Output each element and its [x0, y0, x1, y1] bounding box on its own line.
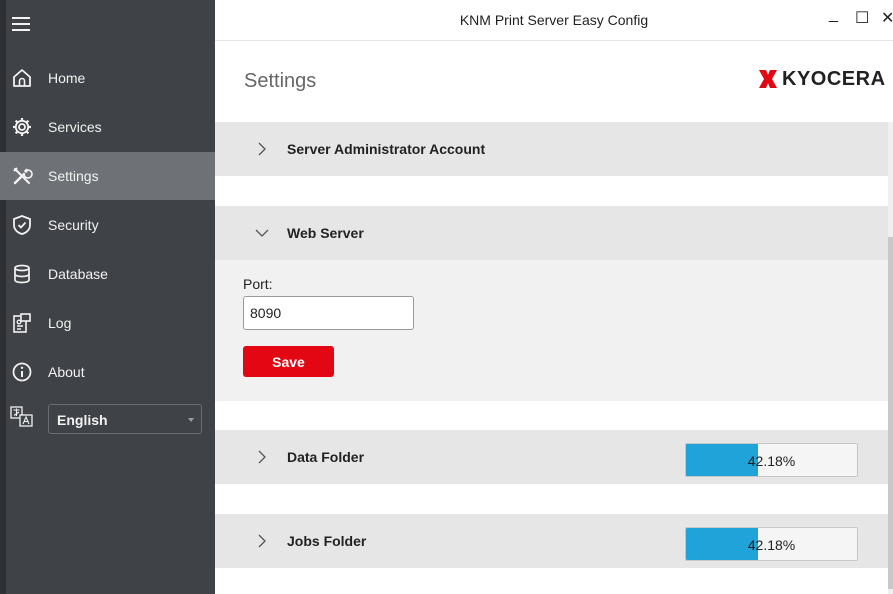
sidebar-item-settings[interactable]: Settings: [0, 152, 215, 200]
settings-content: Server Administrator Account Web Server …: [215, 122, 888, 594]
sidebar-item-label: Security: [48, 217, 99, 233]
section-server-admin-header[interactable]: Server Administrator Account: [215, 122, 888, 176]
database-icon: [14, 264, 30, 284]
window-title: KNM Print Server Easy Config: [459, 12, 649, 28]
jobs-folder-progress-bar: 42.18%: [685, 527, 858, 561]
port-input[interactable]: [243, 296, 414, 330]
section-data-folder-header[interactable]: Data Folder 42.18%: [215, 430, 888, 484]
section-web-server-header[interactable]: Web Server: [215, 206, 888, 260]
home-icon: [13, 69, 31, 87]
progress-text: 42.18%: [747, 453, 796, 469]
sidebar-item-database[interactable]: Database: [0, 250, 215, 298]
page-title: Settings: [244, 70, 317, 92]
section-title: Data Folder: [287, 449, 365, 465]
language-icon: [10, 406, 33, 427]
hamburger-menu-icon[interactable]: [12, 16, 30, 32]
close-button[interactable]: ✕: [881, 8, 893, 28]
save-button[interactable]: Save: [243, 346, 334, 377]
logo-text: KYOCERA: [782, 67, 886, 90]
kyocera-logo-mark-icon: [759, 70, 777, 88]
chevron-right-icon: [258, 142, 266, 156]
sidebar: Home Services Settings Security Database…: [0, 0, 215, 594]
language-select-value: English: [57, 412, 108, 428]
sidebar-item-security[interactable]: Security: [0, 201, 215, 249]
sidebar-item-label: Log: [48, 315, 72, 331]
sidebar-item-label: Services: [48, 119, 102, 135]
data-folder-progress-bar: 42.18%: [685, 443, 858, 477]
progress-text: 42.18%: [747, 537, 796, 553]
chevron-down-icon: [188, 418, 194, 422]
section-title: Server Administrator Account: [287, 141, 486, 157]
section-title: Web Server: [287, 225, 364, 241]
info-icon: [12, 362, 32, 382]
port-label: Port:: [243, 276, 273, 292]
sidebar-item-label: About: [48, 364, 85, 380]
gear-icon: [13, 118, 31, 136]
sidebar-item-log[interactable]: Log: [0, 299, 215, 347]
maximize-button[interactable]: ☐: [855, 8, 869, 28]
title-bar: KNM Print Server Easy Config _ ☐ ✕: [215, 0, 893, 41]
section-jobs-folder-header[interactable]: Jobs Folder 42.18%: [215, 514, 888, 568]
sidebar-item-home[interactable]: Home: [0, 54, 215, 102]
minimize-button[interactable]: _: [829, 6, 838, 24]
sidebar-item-label: Database: [48, 266, 108, 282]
tools-icon: [13, 167, 33, 185]
chevron-down-icon: [255, 229, 269, 237]
chevron-right-icon: [258, 450, 266, 464]
section-web-server-body: Port: Save: [215, 260, 888, 401]
kyocera-logo: KYOCERA: [758, 67, 886, 91]
scrollbar[interactable]: [888, 122, 893, 594]
scrollbar-thumb[interactable]: [888, 237, 893, 589]
section-title: Jobs Folder: [287, 533, 367, 549]
log-icon: [13, 313, 31, 333]
shield-icon: [13, 215, 31, 235]
sidebar-item-services[interactable]: Services: [0, 103, 215, 151]
sidebar-item-about[interactable]: About: [0, 348, 215, 396]
sidebar-item-label: Home: [48, 70, 86, 86]
chevron-right-icon: [258, 534, 266, 548]
sidebar-item-label: Settings: [48, 168, 99, 184]
language-select[interactable]: English: [48, 404, 202, 434]
